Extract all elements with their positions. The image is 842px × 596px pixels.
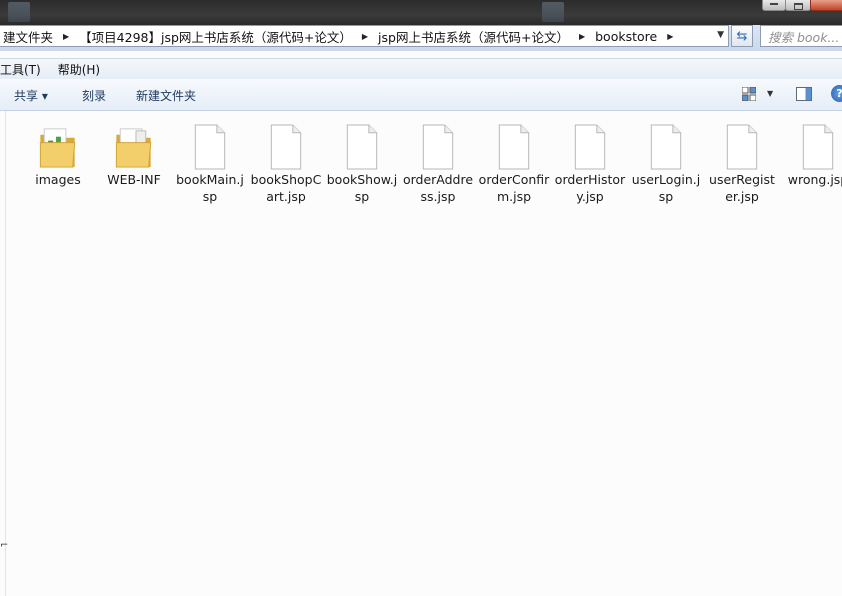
file-name-label: bookShopCart.jsp <box>250 172 322 204</box>
pane-divider <box>5 111 6 596</box>
file-name-label: wrong.jsp <box>787 172 842 187</box>
file-icon <box>248 123 324 170</box>
breadcrumb-arrow-icon[interactable]: ▶ <box>356 32 374 41</box>
menu-help[interactable]: 帮助(H) <box>58 61 108 78</box>
expand-arrow-icon[interactable]: ⌐ <box>0 540 8 551</box>
menu-bar: 工具(T) 帮助(H) <box>0 58 842 79</box>
close-button[interactable] <box>810 0 842 11</box>
file-name-label: bookMain.jsp <box>176 172 244 204</box>
file-icon <box>324 123 400 170</box>
taskbar-ghost-icon <box>8 2 30 22</box>
file-item[interactable]: orderHistory.jsp <box>552 123 628 205</box>
address-row: 建文件夹 ▶ 【项目4298】jsp网上书店系统（源代码+论文） ▶ jsp网上… <box>0 25 842 51</box>
file-icon <box>704 123 780 170</box>
file-icon <box>400 123 476 170</box>
file-item[interactable]: orderAddress.jsp <box>400 123 476 205</box>
new-folder-button[interactable]: 新建文件夹 <box>136 87 196 104</box>
file-item[interactable]: userLogin.jsp <box>628 123 704 205</box>
file-item[interactable]: bookShopCart.jsp <box>248 123 324 205</box>
breadcrumb-item[interactable]: bookstore <box>591 29 661 44</box>
breadcrumb-item[interactable]: 建文件夹 <box>0 27 57 46</box>
address-dropdown-icon[interactable]: ▼ <box>717 30 724 40</box>
help-icon[interactable]: ? <box>831 85 842 102</box>
file-name-label: WEB-INF <box>107 172 161 187</box>
minimize-button[interactable] <box>762 0 786 11</box>
breadcrumb-item[interactable]: jsp网上书店系统（源代码+论文） <box>374 27 573 46</box>
menu-tools[interactable]: 工具(T) <box>0 61 49 78</box>
breadcrumb-arrow-icon[interactable]: ▶ <box>573 32 591 41</box>
file-name-label: userRegister.jsp <box>709 172 775 204</box>
folder-icon <box>96 123 172 170</box>
refresh-button[interactable]: ⇆ <box>731 25 753 47</box>
command-bar: 共享 ▾ 刻录 新建文件夹 ▼ ? <box>0 80 842 111</box>
file-icon <box>780 123 842 170</box>
address-bar[interactable]: 建文件夹 ▶ 【项目4298】jsp网上书店系统（源代码+论文） ▶ jsp网上… <box>0 25 729 47</box>
file-name-label: orderAddress.jsp <box>402 172 474 204</box>
folder-item[interactable]: images <box>20 123 96 188</box>
search-input[interactable]: 搜索 book... <box>760 25 842 47</box>
maximize-button[interactable] <box>785 0 811 11</box>
breadcrumb-item[interactable]: 【项目4298】jsp网上书店系统（源代码+论文） <box>75 27 356 46</box>
folder-item[interactable]: WEB-INF <box>96 123 172 188</box>
file-name-label: bookShow.jsp <box>326 172 398 204</box>
file-name-label: images <box>35 172 81 187</box>
file-icon <box>628 123 704 170</box>
preview-pane-icon[interactable] <box>796 87 812 101</box>
file-item[interactable]: wrong.jsp <box>780 123 842 188</box>
file-icon <box>552 123 628 170</box>
file-name-label: userLogin.jsp <box>631 172 701 204</box>
breadcrumb-arrow-icon[interactable]: ▶ <box>661 32 679 41</box>
file-item[interactable]: bookShow.jsp <box>324 123 400 205</box>
refresh-icon: ⇆ <box>736 28 748 44</box>
file-icon <box>172 123 248 170</box>
share-button[interactable]: 共享 ▾ <box>14 87 48 104</box>
breadcrumb-arrow-icon[interactable]: ▶ <box>57 32 75 41</box>
file-name-label: orderHistory.jsp <box>554 172 626 204</box>
taskbar-ghost-icon <box>542 2 564 22</box>
folder-images-icon <box>20 123 96 170</box>
file-item[interactable]: userRegister.jsp <box>704 123 780 205</box>
view-dropdown-icon[interactable]: ▼ <box>767 89 773 98</box>
file-name-label: orderConfirm.jsp <box>478 172 550 204</box>
file-item[interactable]: bookMain.jsp <box>172 123 248 205</box>
file-item[interactable]: orderConfirm.jsp <box>476 123 552 205</box>
window-title-bar <box>0 0 842 25</box>
file-icon <box>476 123 552 170</box>
change-view-icon[interactable] <box>742 87 756 101</box>
burn-button[interactable]: 刻录 <box>82 87 106 104</box>
